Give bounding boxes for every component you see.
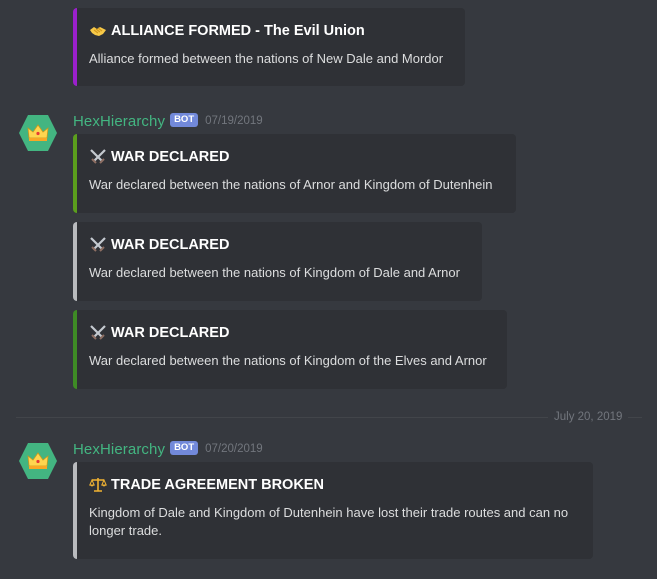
embed-description: War declared between the nations of Arno… (89, 177, 493, 192)
embed-title: ALLIANCE FORMED - The Evil Union (111, 23, 365, 39)
embed-title: TRADE AGREEMENT BROKEN (111, 477, 324, 493)
message-header: HexHierarchy BOT 07/19/2019 (73, 111, 263, 131)
embed-title: WAR DECLARED (111, 325, 230, 341)
timestamp[interactable]: 07/20/2019 (205, 443, 263, 455)
embed-title: WAR DECLARED (111, 237, 230, 253)
embed-title: WAR DECLARED (111, 149, 230, 165)
scales-icon (89, 476, 109, 494)
handshake-icon (89, 22, 109, 40)
avatar[interactable] (18, 113, 58, 153)
avatar[interactable] (18, 441, 58, 481)
embed-description: Kingdom of Dale and Kingdom of Dutenhein… (89, 505, 569, 538)
embed-trade-agreement-broken: TRADE AGREEMENT BROKEN Kingdom of Dale a… (73, 462, 593, 559)
username[interactable]: HexHierarchy (73, 113, 165, 130)
hexagon-avatar (19, 443, 57, 479)
bot-badge: BOT (170, 441, 199, 455)
embed-alliance-formed: ALLIANCE FORMED - The Evil Union Allianc… (73, 8, 465, 86)
embed-war-declared: WAR DECLARED War declared between the na… (73, 310, 507, 389)
date-divider-label: July 20, 2019 (548, 410, 629, 424)
embed-war-declared: WAR DECLARED War declared between the na… (73, 222, 482, 301)
crossed-swords-icon (89, 148, 109, 166)
bot-badge: BOT (170, 113, 199, 127)
timestamp[interactable]: 07/19/2019 (205, 115, 263, 127)
embed-war-declared: WAR DECLARED War declared between the na… (73, 134, 516, 213)
crossed-swords-icon (89, 324, 109, 342)
hexagon-avatar (19, 115, 57, 151)
embed-description: War declared between the nations of King… (89, 265, 460, 280)
chat-messages: ALLIANCE FORMED - The Evil Union Allianc… (0, 0, 657, 579)
message-header: HexHierarchy BOT 07/20/2019 (73, 439, 263, 459)
embed-description: Alliance formed between the nations of N… (89, 51, 444, 66)
embed-description: War declared between the nations of King… (89, 353, 487, 368)
username[interactable]: HexHierarchy (73, 441, 165, 458)
crossed-swords-icon (89, 236, 109, 254)
